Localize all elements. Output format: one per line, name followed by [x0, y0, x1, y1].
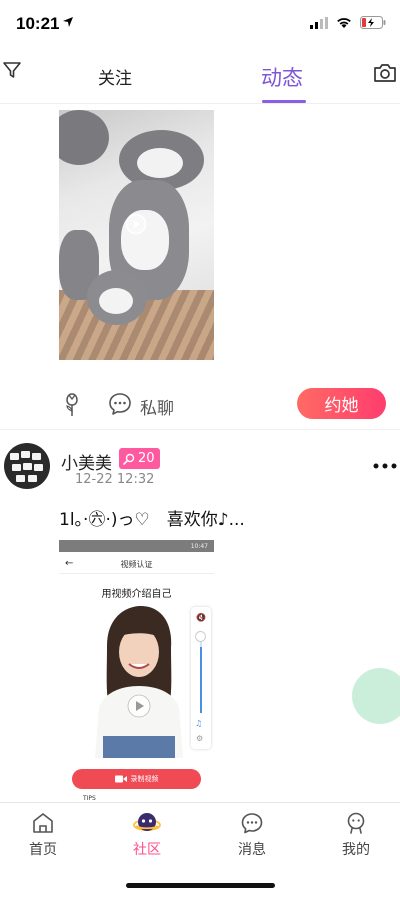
avatar[interactable] [4, 443, 50, 489]
tab-messages[interactable]: 消息 [222, 811, 282, 859]
battery-low-charging-icon [360, 16, 386, 29]
tab-home-label: 首页 [29, 842, 57, 858]
active-tab-indicator [262, 100, 306, 103]
post-image[interactable]: 10:47 ← 视频认证 用视频介绍自己 🔇 ♫ ⚙ 录制视频 TIPS [59, 540, 214, 802]
tab-follow[interactable]: 关注 [98, 64, 132, 89]
status-bar: 10:21 [0, 0, 400, 48]
mute-icon: 🔇 [196, 613, 206, 622]
gear-icon: ⚙ [196, 734, 204, 743]
portrait-photo [95, 606, 183, 758]
private-chat-label[interactable]: 私聊 [140, 394, 174, 419]
volume-thumb [195, 631, 206, 642]
kitten-image [99, 288, 133, 314]
post-text: 1l。·㊅·)っ♡ 喜欢你♪... [59, 510, 245, 530]
level-value: 20 [138, 451, 155, 466]
profile-icon [347, 812, 365, 834]
home-indicator [126, 883, 275, 888]
shot-heading: 用视频介绍自己 [101, 589, 172, 600]
post-video-thumbnail[interactable] [59, 110, 214, 360]
keyboard-key [16, 475, 25, 482]
shot-header: ← 视频认证 [59, 556, 214, 574]
music-note-icon: ♫ [195, 719, 203, 728]
more-icon[interactable] [373, 462, 397, 470]
shot-side-panel: 🔇 ♫ ⚙ [191, 607, 211, 749]
keyboard-key [34, 464, 43, 471]
floating-action-bubble[interactable] [352, 668, 400, 724]
shot-status-time: 10:47 [190, 543, 208, 550]
volume-fill [200, 647, 202, 713]
location-arrow-icon [63, 17, 73, 27]
camera-icon[interactable] [373, 62, 397, 84]
tab-home[interactable]: 首页 [13, 811, 73, 859]
date-her-button[interactable]: 约她 [297, 388, 386, 419]
kitten-image [59, 110, 109, 165]
keyboard-key [32, 453, 41, 460]
wifi-icon [337, 17, 351, 28]
keyboard-key [12, 464, 21, 471]
shot-title: 视频认证 [120, 560, 153, 569]
keyboard-key [28, 475, 37, 482]
tab-community[interactable]: 社区 [117, 811, 177, 859]
shot-status-bar: 10:47 [59, 540, 214, 552]
level-badge: 20 [119, 448, 160, 469]
search-key-icon [123, 453, 135, 465]
tab-messages-label: 消息 [238, 842, 266, 858]
shot-tips: TIPS [83, 795, 96, 802]
shot-record-label: 录制视频 [130, 775, 159, 783]
top-nav: 关注 动态 [0, 52, 400, 104]
community-icon [133, 813, 161, 831]
post-time: 12-22 12:32 [75, 472, 155, 487]
keyboard-key [10, 453, 19, 460]
status-icons [310, 16, 386, 29]
play-icon[interactable] [125, 213, 147, 235]
home-icon [33, 813, 53, 833]
cellular-signal-icon [310, 16, 328, 29]
chat-bubble-icon[interactable] [108, 392, 132, 416]
post-action-bar: 私聊 约她 [0, 380, 400, 430]
video-camera-icon [114, 775, 127, 783]
keyboard-key [21, 451, 30, 458]
kitten-image [137, 148, 183, 178]
filter-icon[interactable] [2, 60, 22, 80]
shot-record-button: 录制视频 [72, 769, 201, 789]
tab-community-label: 社区 [133, 842, 161, 858]
username[interactable]: 小美美 [61, 449, 112, 474]
tab-profile-label: 我的 [342, 842, 370, 858]
keyboard-key [23, 463, 32, 470]
tab-profile[interactable]: 我的 [326, 811, 386, 859]
message-icon [241, 813, 263, 834]
flower-icon[interactable] [62, 390, 82, 418]
status-time: 10:21 [16, 14, 60, 33]
tab-dynamic[interactable]: 动态 [261, 62, 303, 92]
